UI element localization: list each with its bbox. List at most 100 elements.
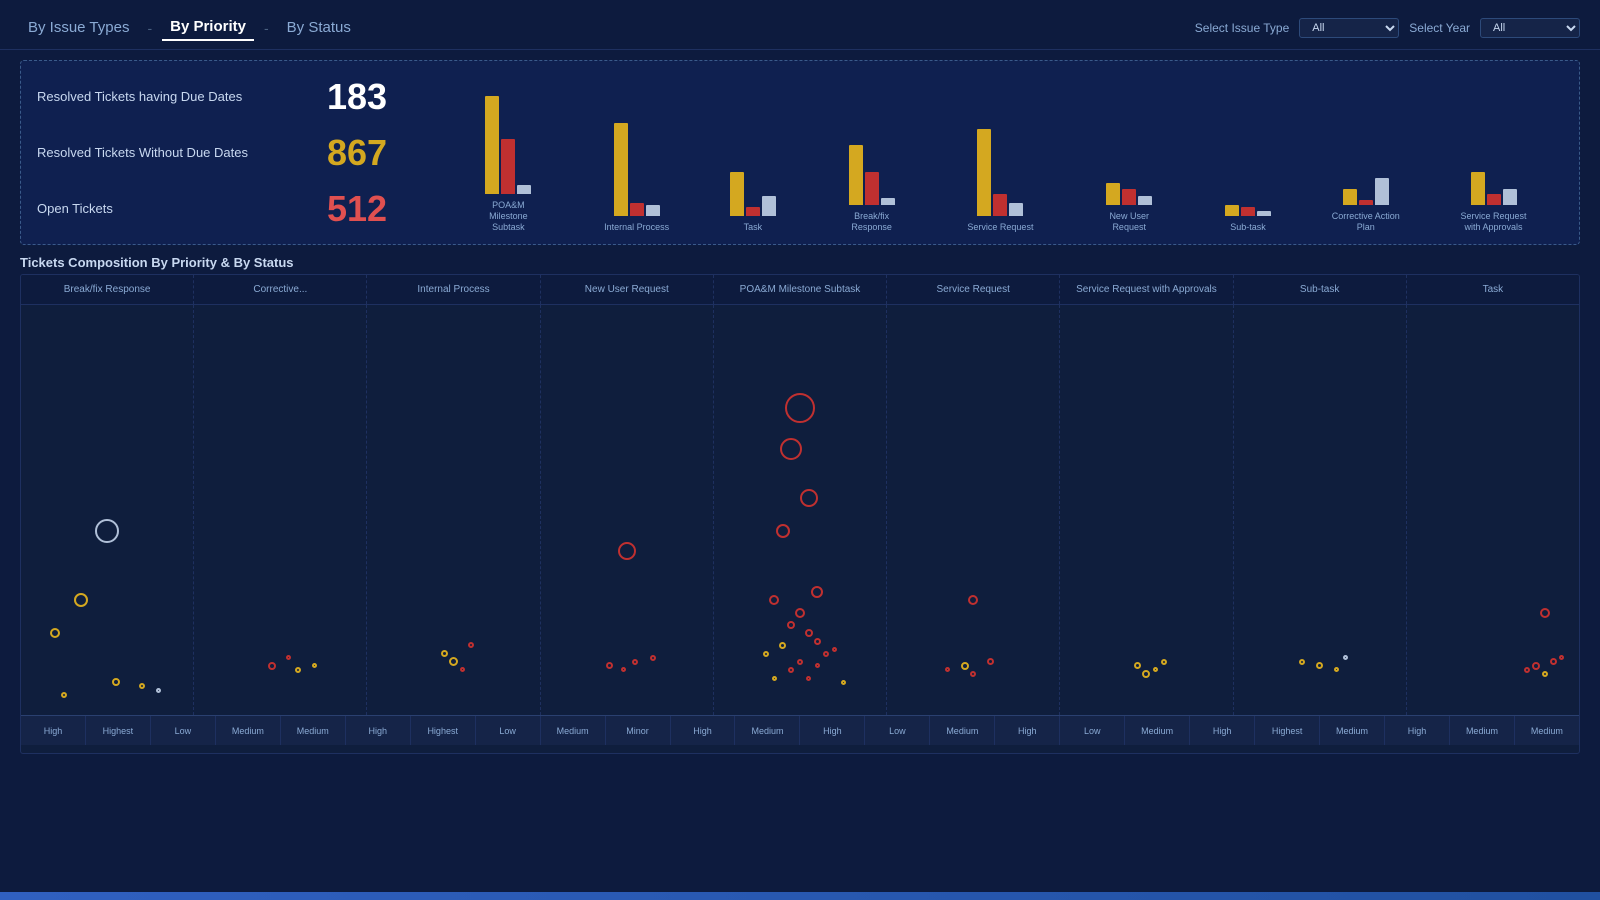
axis-cell: Medium: [1320, 716, 1385, 745]
stat-row-resolved-without-dates: Resolved Tickets Without Due Dates 867: [37, 132, 437, 174]
year-select[interactable]: All: [1480, 18, 1580, 38]
scatter-lane: [367, 305, 540, 715]
bubble: [814, 638, 821, 645]
bubble: [468, 642, 474, 648]
scatter-lane: [1234, 305, 1407, 715]
scatter-container: Break/fix ResponseCorrective...Internal …: [20, 274, 1580, 754]
bar-label: Service Request: [967, 222, 1033, 233]
stat-row-resolved-with-dates: Resolved Tickets having Due Dates 183: [37, 76, 437, 118]
bubble: [460, 667, 465, 672]
scatter-col-header: Sub-task: [1234, 275, 1407, 304]
bar-label: Internal Process: [604, 222, 669, 233]
bar-gold: [849, 145, 863, 205]
bubble: [841, 680, 846, 685]
bubble: [776, 524, 790, 538]
bubble: [1134, 662, 1141, 669]
bubble: [449, 657, 458, 666]
axis-cell: High: [346, 716, 411, 745]
bar-group: POA&M Milestone Subtask: [473, 74, 543, 232]
axis-cell: Minor: [606, 716, 671, 745]
scatter-col-header: Service Request with Approvals: [1060, 275, 1233, 304]
scatter-column-headers: Break/fix ResponseCorrective...Internal …: [21, 275, 1579, 305]
bubble: [787, 621, 795, 629]
bar-label: Sub-task: [1230, 222, 1266, 233]
bubble: [441, 650, 448, 657]
axis-cell: Highest: [411, 716, 476, 745]
bubble: [1524, 667, 1530, 673]
bubble: [961, 662, 969, 670]
bubble: [1550, 658, 1557, 665]
bar-white: [762, 196, 776, 216]
bubble: [621, 667, 626, 672]
bars: [1471, 85, 1517, 205]
axis-cell: Low: [1060, 716, 1125, 745]
bubble: [312, 663, 317, 668]
bubble: [1334, 667, 1339, 672]
resolved-with-dates-label: Resolved Tickets having Due Dates: [37, 89, 307, 104]
bubble: [61, 692, 67, 698]
bar-gold: [1471, 172, 1485, 205]
bubble: [1540, 608, 1550, 618]
bar-gold: [730, 172, 744, 216]
bubble: [823, 651, 829, 657]
tab-by-priority[interactable]: By Priority: [162, 14, 254, 41]
bar-red: [993, 194, 1007, 216]
bubble: [1153, 667, 1158, 672]
bubble: [970, 671, 976, 677]
bar-gold: [485, 96, 499, 194]
bar-group: Sub-task: [1225, 96, 1271, 233]
resolved-without-dates-label: Resolved Tickets Without Due Dates: [37, 145, 307, 160]
bubble: [968, 595, 978, 605]
bubble: [769, 595, 779, 605]
axis-cell: Medium: [930, 716, 995, 745]
bubble: [780, 438, 802, 460]
bubble: [1316, 662, 1323, 669]
bubble: [74, 593, 88, 607]
scatter-section-title: Tickets Composition By Priority & By Sta…: [0, 251, 1600, 274]
axis-cell: Medium: [1125, 716, 1190, 745]
bubble: [1142, 670, 1150, 678]
bubble: [772, 676, 777, 681]
scatter-col-header: Break/fix Response: [21, 275, 194, 304]
year-filter-label: Select Year: [1409, 21, 1470, 35]
bar-red: [746, 207, 760, 216]
bar-label: New User Request: [1094, 211, 1164, 233]
scatter-lane: [21, 305, 194, 715]
scatter-col-header: Internal Process: [367, 275, 540, 304]
bubble: [156, 688, 161, 693]
tab-by-issue-types[interactable]: By Issue Types: [20, 15, 137, 40]
bar-group: Corrective Action Plan: [1332, 85, 1400, 233]
resolved-without-dates-value: 867: [327, 132, 407, 174]
sep-2: -: [264, 20, 269, 36]
bar-white: [517, 185, 531, 194]
bubble: [1559, 655, 1564, 660]
issue-type-filter-label: Select Issue Type: [1195, 21, 1290, 35]
bubble: [1532, 662, 1540, 670]
bubble: [618, 542, 636, 560]
bars: [1343, 85, 1389, 205]
bar-group: Service Request with Approvals: [1460, 85, 1526, 233]
bar-red: [1359, 200, 1373, 205]
bars: [1106, 85, 1152, 205]
summary-stats: Resolved Tickets having Due Dates 183 Re…: [37, 76, 437, 230]
bubble: [806, 676, 811, 681]
scatter-lane: [887, 305, 1060, 715]
open-tickets-value: 512: [327, 188, 407, 230]
scatter-col-header: New User Request: [541, 275, 714, 304]
bubble: [832, 647, 837, 652]
bar-red: [865, 172, 879, 205]
bubble: [763, 651, 769, 657]
axis-cell: Medium: [735, 716, 800, 745]
issue-type-select[interactable]: All: [1299, 18, 1399, 38]
scatter-body: [21, 305, 1579, 715]
bar-group: Internal Process: [604, 96, 669, 233]
tab-by-status[interactable]: By Status: [279, 15, 359, 40]
bubble: [650, 655, 656, 661]
bubble: [50, 628, 60, 638]
bars: [849, 85, 895, 205]
bars: [977, 96, 1023, 216]
scatter-lane: [541, 305, 714, 715]
bubble: [1299, 659, 1305, 665]
bar-label: Task: [744, 222, 763, 233]
axis-cell: Medium: [1515, 716, 1579, 745]
